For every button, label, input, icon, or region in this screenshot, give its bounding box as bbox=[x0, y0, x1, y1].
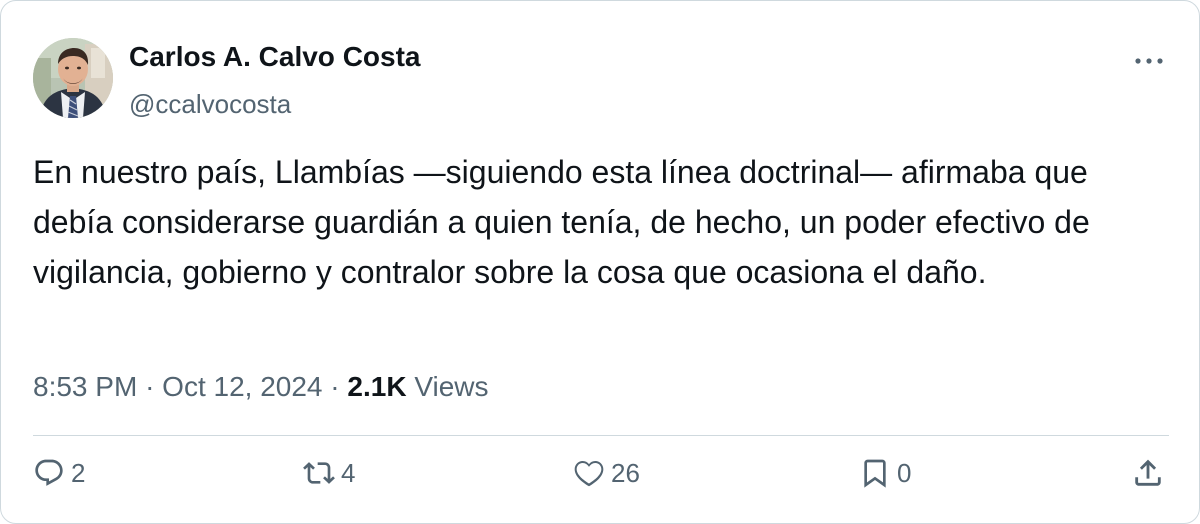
tweet-card: Carlos A. Calvo Costa @ccalvocosta En nu… bbox=[0, 0, 1200, 524]
tweet-text: En nuestro país, Llambías —siguiendo est… bbox=[33, 154, 1090, 290]
tweet-time[interactable]: 8:53 PM bbox=[33, 371, 137, 402]
bookmark-button[interactable]: 0 bbox=[859, 453, 911, 493]
views-count[interactable]: 2.1K bbox=[347, 371, 406, 402]
reply-icon bbox=[35, 459, 63, 486]
bookmark-count: 0 bbox=[897, 458, 912, 488]
tweet-meta: 8:53 PM · Oct 12, 2024 · 2.1K Views bbox=[33, 369, 489, 405]
author-name[interactable]: Carlos A. Calvo Costa bbox=[129, 39, 420, 75]
like-button[interactable]: 26 bbox=[573, 453, 640, 493]
share-icon bbox=[1135, 459, 1161, 486]
meta-separator: · bbox=[145, 371, 155, 402]
repost-icon bbox=[303, 462, 335, 484]
more-icon bbox=[1135, 58, 1163, 64]
divider bbox=[33, 435, 1169, 436]
more-button[interactable] bbox=[1129, 41, 1169, 81]
author-handle[interactable]: @ccalvocosta bbox=[129, 87, 291, 121]
share-button[interactable] bbox=[1131, 453, 1165, 493]
reply-count: 2 bbox=[71, 458, 86, 488]
bookmark-icon bbox=[864, 459, 886, 488]
like-count: 26 bbox=[611, 458, 640, 488]
avatar[interactable] bbox=[33, 38, 113, 118]
views-label[interactable]: Views bbox=[414, 371, 488, 402]
heart-icon bbox=[574, 461, 604, 487]
avatar-image bbox=[33, 38, 113, 118]
repost-button[interactable]: 4 bbox=[303, 453, 355, 493]
reply-button[interactable]: 2 bbox=[33, 453, 85, 493]
meta-separator: · bbox=[330, 371, 340, 402]
tweet-date[interactable]: Oct 12, 2024 bbox=[162, 371, 322, 402]
repost-count: 4 bbox=[341, 458, 356, 488]
